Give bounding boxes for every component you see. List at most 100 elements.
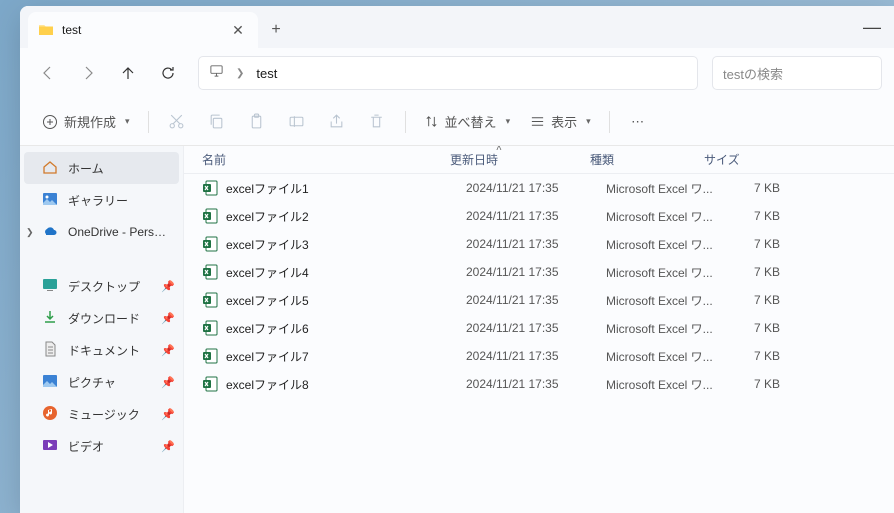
folder-icon <box>38 22 54 38</box>
pictures-icon <box>42 373 58 392</box>
file-type: Microsoft Excel ワ... <box>606 180 720 197</box>
sidebar-item-documents[interactable]: ドキュメント 📌 <box>20 334 183 366</box>
file-row[interactable]: excelファイル32024/11/21 17:35Microsoft Exce… <box>184 230 894 258</box>
sidebar-item-pictures[interactable]: ピクチャ 📌 <box>20 366 183 398</box>
sidebar-item-videos[interactable]: ビデオ 📌 <box>20 430 183 462</box>
pin-icon[interactable]: 📌 <box>161 280 175 293</box>
sidebar-label: ホーム <box>68 160 104 177</box>
home-icon <box>42 159 58 178</box>
pin-icon[interactable]: 📌 <box>161 376 175 389</box>
sidebar-item-home[interactable]: ホーム <box>24 152 179 184</box>
explorer-window: test ✕ + — ❯ test testの検索 新規作成 ▾ <box>20 6 894 513</box>
file-name: excelファイル2 <box>226 208 466 225</box>
share-button[interactable] <box>319 106 355 138</box>
sidebar-label: デスクトップ <box>68 278 140 295</box>
tab-title: test <box>62 23 230 37</box>
rename-button[interactable] <box>279 106 315 138</box>
paste-button[interactable] <box>239 106 275 138</box>
file-size: 7 KB <box>720 265 790 279</box>
new-tab-button[interactable]: + <box>258 12 294 48</box>
excel-file-icon <box>202 376 218 392</box>
toolbar: 新規作成 ▾ 並べ替え ▾ 表示 ▾ ⋯ <box>20 98 894 146</box>
pin-icon[interactable]: 📌 <box>161 344 175 357</box>
sidebar-label: ドキュメント <box>68 342 140 359</box>
sidebar: ホーム ギャラリー ❯ OneDrive - Pers… デスクトップ 📌 ダウ… <box>20 146 184 513</box>
file-size: 7 KB <box>720 349 790 363</box>
file-row[interactable]: excelファイル52024/11/21 17:35Microsoft Exce… <box>184 286 894 314</box>
search-input[interactable]: testの検索 <box>712 56 882 90</box>
onedrive-icon <box>42 223 58 242</box>
back-button[interactable] <box>32 57 64 89</box>
more-button[interactable]: ⋯ <box>620 106 656 138</box>
file-row[interactable]: excelファイル82024/11/21 17:35Microsoft Exce… <box>184 370 894 398</box>
expand-icon[interactable]: ❯ <box>26 227 34 238</box>
sidebar-label: ビデオ <box>68 438 104 455</box>
file-type: Microsoft Excel ワ... <box>606 348 720 365</box>
copy-button[interactable] <box>199 106 235 138</box>
file-size: 7 KB <box>720 237 790 251</box>
file-row[interactable]: excelファイル62024/11/21 17:35Microsoft Exce… <box>184 314 894 342</box>
chevron-right-icon: ❯ <box>236 68 244 79</box>
up-button[interactable] <box>112 57 144 89</box>
file-size: 7 KB <box>720 377 790 391</box>
file-size: 7 KB <box>720 209 790 223</box>
file-name: excelファイル5 <box>226 292 466 309</box>
sidebar-item-desktop[interactable]: デスクトップ 📌 <box>20 270 183 302</box>
document-icon <box>42 341 58 360</box>
file-date: 2024/11/21 17:35 <box>466 349 606 363</box>
column-header-name[interactable]: 名前 <box>202 151 450 168</box>
column-header-size[interactable]: サイズ <box>704 151 774 168</box>
view-button[interactable]: 表示 ▾ <box>522 106 599 138</box>
file-row[interactable]: excelファイル72024/11/21 17:35Microsoft Exce… <box>184 342 894 370</box>
sidebar-item-downloads[interactable]: ダウンロード 📌 <box>20 302 183 334</box>
titlebar: test ✕ + — <box>20 6 894 48</box>
chevron-down-icon: ▾ <box>586 116 591 127</box>
excel-file-icon <box>202 292 218 308</box>
video-icon <box>42 437 58 456</box>
pin-icon[interactable]: 📌 <box>161 408 175 421</box>
file-name: excelファイル7 <box>226 348 466 365</box>
file-type: Microsoft Excel ワ... <box>606 208 720 225</box>
refresh-button[interactable] <box>152 57 184 89</box>
download-icon <box>42 309 58 328</box>
file-row[interactable]: excelファイル22024/11/21 17:35Microsoft Exce… <box>184 202 894 230</box>
minimize-button[interactable]: — <box>850 6 894 48</box>
sidebar-label: ギャラリー <box>68 192 128 209</box>
sidebar-item-music[interactable]: ミュージック 📌 <box>20 398 183 430</box>
file-name: excelファイル6 <box>226 320 466 337</box>
file-name: excelファイル4 <box>226 264 466 281</box>
sidebar-item-onedrive[interactable]: ❯ OneDrive - Pers… <box>20 216 183 248</box>
chevron-down-icon: ▾ <box>125 116 130 127</box>
file-name: excelファイル1 <box>226 180 466 197</box>
sort-indicator-icon: ˄ <box>496 146 502 154</box>
column-header-type[interactable]: 種類 <box>590 151 704 168</box>
file-list: excelファイル12024/11/21 17:35Microsoft Exce… <box>184 174 894 513</box>
sidebar-label: ミュージック <box>68 406 140 423</box>
search-placeholder: testの検索 <box>723 64 783 83</box>
pin-icon[interactable]: 📌 <box>161 312 175 325</box>
file-date: 2024/11/21 17:35 <box>466 377 606 391</box>
cut-button[interactable] <box>159 106 195 138</box>
new-label: 新規作成 <box>64 112 116 131</box>
sidebar-label: OneDrive - Pers… <box>68 225 166 239</box>
window-tab[interactable]: test ✕ <box>28 12 258 48</box>
file-date: 2024/11/21 17:35 <box>466 209 606 223</box>
file-row[interactable]: excelファイル42024/11/21 17:35Microsoft Exce… <box>184 258 894 286</box>
sidebar-label: ダウンロード <box>68 310 140 327</box>
file-size: 7 KB <box>720 293 790 307</box>
forward-button[interactable] <box>72 57 104 89</box>
excel-file-icon <box>202 320 218 336</box>
file-row[interactable]: excelファイル12024/11/21 17:35Microsoft Exce… <box>184 174 894 202</box>
new-button[interactable]: 新規作成 ▾ <box>34 106 138 138</box>
address-bar[interactable]: ❯ test <box>198 56 698 90</box>
delete-button[interactable] <box>359 106 395 138</box>
excel-file-icon <box>202 264 218 280</box>
address-path: test <box>256 66 277 81</box>
column-header-date[interactable]: 更新日時 <box>450 151 590 168</box>
close-tab-button[interactable]: ✕ <box>230 22 246 38</box>
excel-file-icon <box>202 348 218 364</box>
chevron-down-icon: ▾ <box>506 116 511 127</box>
pin-icon[interactable]: 📌 <box>161 440 175 453</box>
sidebar-item-gallery[interactable]: ギャラリー <box>20 184 183 216</box>
sort-button[interactable]: 並べ替え ▾ <box>416 106 519 138</box>
